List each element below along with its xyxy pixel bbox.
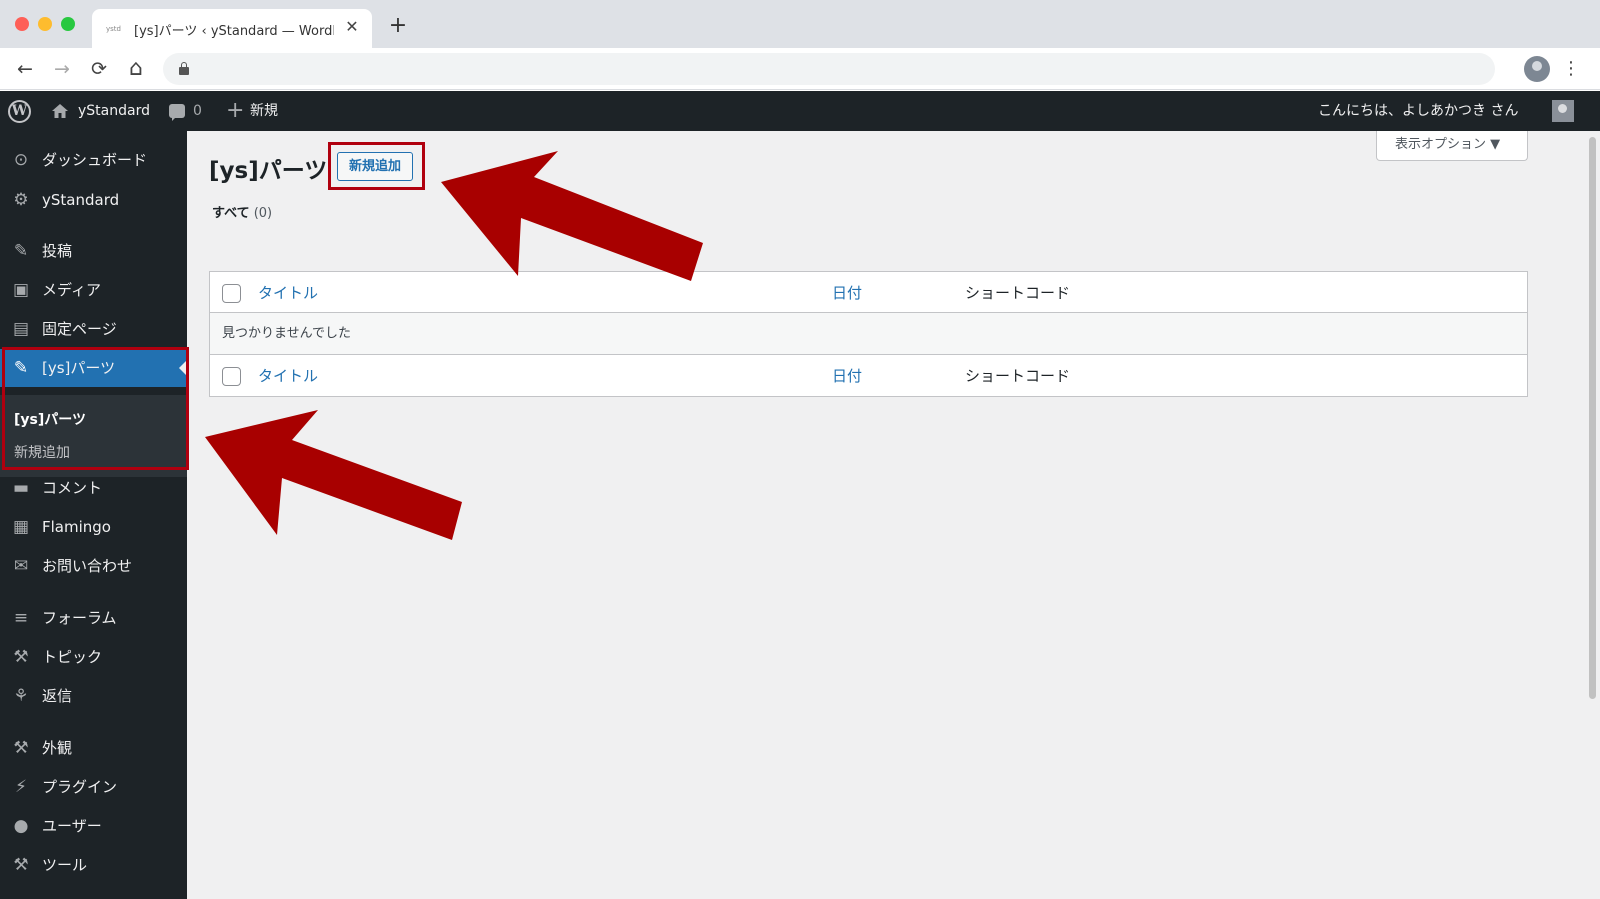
menu-label: フォーラム [42, 609, 117, 627]
replies-icon: ⚘ [13, 686, 29, 706]
column-date-sort-footer[interactable]: 日付 [832, 355, 862, 397]
menu-label: プラグイン [42, 778, 118, 796]
menu-label: 外観 [42, 739, 73, 757]
home-icon[interactable]: ⌂ [124, 57, 148, 81]
menu-label: 固定ページ [42, 320, 117, 338]
menu-label: メディア [42, 281, 101, 299]
menu-comments[interactable]: ▬ コメント [0, 469, 187, 507]
menu-dashboard[interactable]: ⊙ ダッシュボード [0, 141, 187, 179]
tab-close-icon[interactable]: ✕ [342, 17, 362, 37]
media-icon: ▣ [12, 280, 30, 300]
new-tab-button[interactable]: + [386, 14, 410, 38]
site-name-link[interactable]: yStandard [78, 91, 150, 131]
wordpress-logo-icon[interactable]: W [8, 100, 31, 123]
select-all-checkbox-footer[interactable] [222, 367, 241, 386]
tab-strip: ystd [ys]パーツ ‹ yStandard — WordPress ✕ + [0, 0, 1600, 48]
menu-contact[interactable]: ✉ お問い合わせ [0, 547, 187, 585]
browser-window: ystd [ys]パーツ ‹ yStandard — WordPress ✕ +… [0, 0, 1600, 899]
filter-all-link[interactable]: すべて [212, 206, 250, 221]
menu-forums[interactable]: ≡ フォーラム [0, 599, 187, 637]
forward-arrow-icon[interactable]: → [50, 57, 74, 81]
site-favicon-icon: ystd [106, 25, 121, 33]
add-new-highlight-box [328, 142, 425, 190]
menu-label: トピック [42, 648, 103, 666]
user-icon: ● [13, 816, 29, 836]
menu-replies[interactable]: ⚘ 返信 [0, 677, 187, 715]
plus-icon[interactable]: + [226, 91, 244, 131]
posts-list-table: タイトル 日付 ショートコード 見つかりませんでした タイトル 日付 ショートコ… [209, 271, 1528, 397]
menu-pages[interactable]: ▤ 固定ページ [0, 310, 187, 348]
menu-label: 投稿 [42, 242, 73, 260]
site-home-icon[interactable] [51, 102, 69, 120]
browser-toolbar: ← → ⟳ ⌂ ☆ ⋮ [0, 48, 1600, 90]
page-title: [ys]パーツ [209, 158, 328, 184]
back-arrow-icon[interactable]: ← [13, 57, 37, 81]
comments-count[interactable]: 0 [193, 91, 202, 131]
dashboard-gauge-icon: ⊙ [13, 150, 29, 170]
menu-topics[interactable]: ⚒ トピック [0, 638, 187, 676]
plug-icon: ⚡ [15, 777, 27, 797]
comment-bubble-icon: ▬ [12, 478, 30, 498]
sidebar-highlight-box [2, 347, 189, 470]
column-shortcode: ショートコード [965, 284, 1071, 302]
menu-label: yStandard [42, 191, 120, 209]
filter-all-count: (0) [253, 206, 273, 221]
minimize-window-button[interactable] [38, 17, 52, 31]
new-content-link[interactable]: 新規 [250, 91, 278, 131]
menu-users[interactable]: ● ユーザー [0, 807, 187, 845]
menu-appearance[interactable]: ⚒ 外観 [0, 729, 187, 767]
table-row: 見つかりませんでした [210, 313, 1527, 355]
menu-tools[interactable]: ⚒ ツール [0, 846, 187, 884]
admin-sidebar: ⊙ ダッシュボード ⚙ yStandard ✎ 投稿 ▣ メディア ▤ 固定ペー… [0, 131, 187, 899]
menu-media[interactable]: ▣ メディア [0, 271, 187, 309]
column-title-sort[interactable]: タイトル [258, 272, 318, 314]
menu-label: 返信 [42, 687, 73, 705]
screen-options-toggle[interactable]: 表示オプション ▼ [1376, 131, 1528, 161]
wrench-icon: ⚒ [13, 855, 29, 875]
lock-icon [179, 62, 189, 75]
forum-icon: ≡ [13, 608, 29, 628]
pushpin-icon: ✎ [13, 241, 29, 261]
menu-label: コメント [42, 479, 103, 497]
scrollbar-thumb[interactable] [1589, 137, 1596, 699]
profile-avatar[interactable] [1524, 56, 1550, 82]
table-header-row: タイトル 日付 ショートコード [210, 272, 1527, 313]
wp-admin-bar: W yStandard 0 + 新規 こんにちは、よしあかつき さん [0, 91, 1600, 131]
menu-label: ツール [42, 856, 88, 874]
menu-label: お問い合わせ [42, 557, 133, 575]
menu-plugins[interactable]: ⚡ プラグイン [0, 768, 187, 806]
paintbrush-icon: ⚒ [13, 738, 29, 758]
pages-icon: ▤ [12, 319, 30, 339]
no-items-message: 見つかりませんでした [222, 326, 351, 341]
menu-label: ダッシュボード [42, 151, 148, 169]
status-filter: すべて (0) [212, 202, 272, 221]
maximize-window-button[interactable] [61, 17, 75, 31]
select-all-checkbox[interactable] [222, 284, 241, 303]
feedback-icon: ▦ [12, 517, 30, 537]
browser-tab-active[interactable]: ystd [ys]パーツ ‹ yStandard — WordPress ✕ [92, 9, 372, 48]
close-window-button[interactable] [15, 17, 29, 31]
account-greeting[interactable]: こんにちは、よしあかつき さん [1318, 91, 1518, 131]
menu-flamingo[interactable]: ▦ Flamingo [0, 508, 187, 546]
menu-ystandard[interactable]: ⚙ yStandard [0, 181, 187, 219]
comments-icon[interactable] [169, 104, 185, 121]
column-shortcode-footer: ショートコード [965, 367, 1071, 385]
menu-label: ユーザー [42, 817, 102, 835]
menu-posts[interactable]: ✎ 投稿 [0, 232, 187, 270]
main-content: 表示オプション ▼ [ys]パーツ 新規追加 すべて (0) タイトル 日付 シ… [187, 131, 1600, 899]
user-avatar[interactable] [1552, 100, 1574, 122]
column-title-sort-footer[interactable]: タイトル [258, 355, 318, 397]
browser-menu-icon[interactable]: ⋮ [1562, 57, 1580, 81]
gear-icon: ⚙ [13, 190, 29, 210]
reload-icon[interactable]: ⟳ [87, 57, 111, 81]
menu-label: Flamingo [42, 518, 111, 536]
tab-title: [ys]パーツ ‹ yStandard — WordPress [134, 24, 334, 39]
column-date-sort[interactable]: 日付 [832, 272, 862, 314]
page-scrollbar[interactable] [1585, 131, 1600, 899]
address-bar[interactable]: ☆ [163, 53, 1495, 85]
envelope-icon: ✉ [13, 556, 29, 576]
table-footer-row: タイトル 日付 ショートコード [210, 355, 1527, 396]
topics-icon: ⚒ [13, 647, 29, 667]
